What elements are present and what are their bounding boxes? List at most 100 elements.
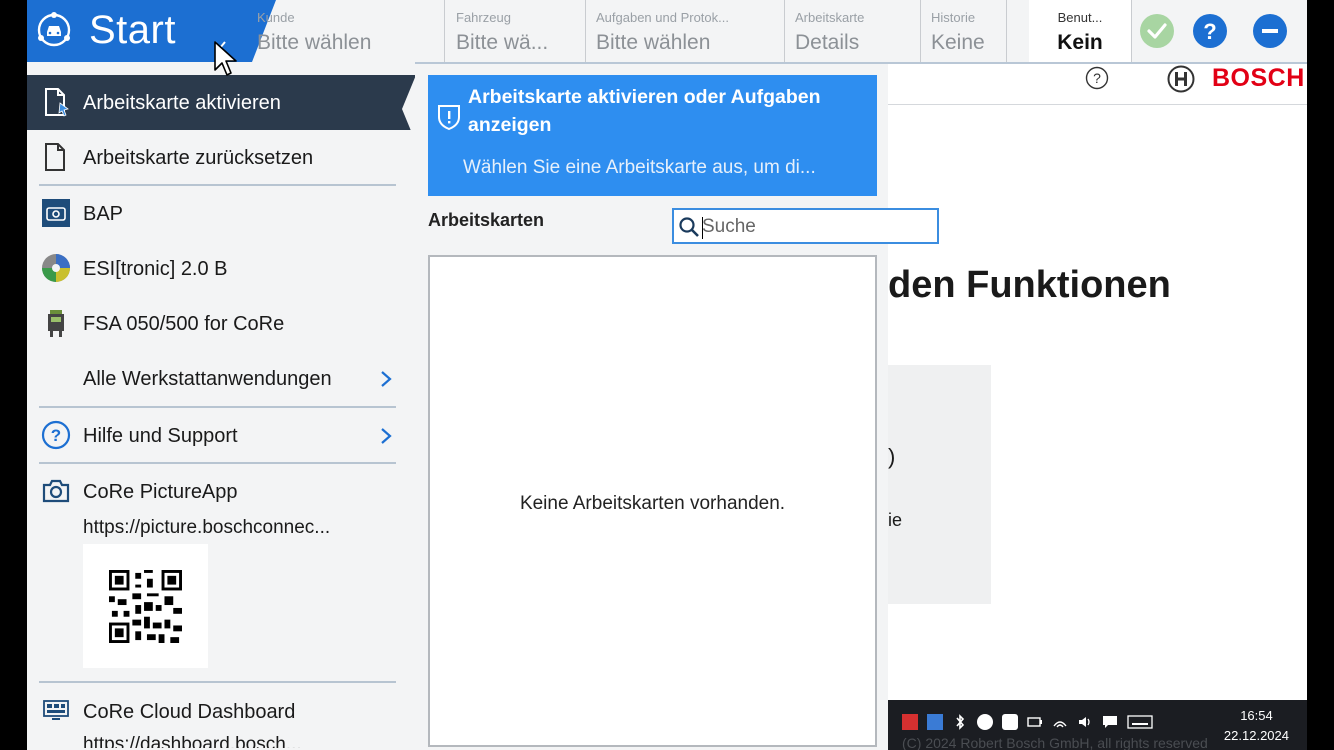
volume-icon[interactable] <box>1077 714 1093 730</box>
menu-item-cloud-dashboard[interactable]: CoRe Cloud Dashboard <box>27 684 415 739</box>
menu-item-activate-jobcard[interactable]: Arbeitskarte aktivieren <box>27 75 416 143</box>
customer-selector[interactable]: Kunde Bitte wählen <box>247 0 445 62</box>
qr-code <box>83 544 208 668</box>
activate-card-icon <box>41 87 71 117</box>
menu-item-label: CoRe PictureApp <box>83 481 238 503</box>
field-label: Kunde <box>257 10 295 25</box>
menu-item-label: FSA 050/500 for CoRe <box>83 313 285 335</box>
copyright-text: (C) 2024 Robert Bosch GmbH, all rights r… <box>902 735 1208 750</box>
screen: ? BOSCH den Funktionen ) ie (C) 2024 Rob… <box>0 0 1334 750</box>
menu-item-label: Arbeitskarte zurücksetzen <box>83 147 314 169</box>
svg-text:?: ? <box>1093 70 1101 86</box>
cloud-dashboard-url[interactable]: https://dashboard.bosch... <box>83 734 302 748</box>
menu-item-fsa[interactable]: FSA 050/500 for CoRe <box>27 296 415 351</box>
menu-item-picture-app[interactable]: CoRe PictureApp <box>27 464 415 519</box>
bosch-brand-text: BOSCH <box>1212 64 1305 92</box>
fsa-device-icon <box>41 308 71 338</box>
search-input[interactable] <box>702 214 932 240</box>
field-value: Keine <box>931 31 985 54</box>
user-value: Kein <box>1057 31 1103 54</box>
mouse-cursor-icon <box>213 40 239 78</box>
clock-time: 16:54 <box>1240 708 1273 723</box>
system-clock[interactable]: 16:54 22.12.2024 <box>1224 706 1289 746</box>
menu-item-bap[interactable]: BAP <box>27 186 415 241</box>
info-text: Wählen Sie eine Arbeitskarte aus, um di.… <box>463 157 816 178</box>
app-tray-icon[interactable] <box>902 714 918 730</box>
field-value: Bitte wählen <box>596 31 711 54</box>
picture-app-url[interactable]: https://picture.boschconnec... <box>83 517 330 539</box>
empty-list-message: Keine Arbeitskarten vorhanden. <box>519 493 786 514</box>
update-icon[interactable] <box>977 714 993 730</box>
esitronic-disc-icon <box>41 253 71 283</box>
vehicle-network-icon <box>35 11 73 49</box>
start-label: Start <box>89 8 176 52</box>
document-icon <box>41 142 71 172</box>
dashboard-icon <box>41 696 71 726</box>
battery-icon[interactable] <box>1027 714 1043 730</box>
menu-item-label: BAP <box>83 203 124 225</box>
jobcard-details[interactable]: Arbeitskarte Details <box>785 0 921 62</box>
notification-icon[interactable] <box>1102 714 1118 730</box>
clock-date: 22.12.2024 <box>1223 728 1289 743</box>
tray-icons <box>902 714 1153 730</box>
user-selector[interactable]: Benut... Kein <box>1029 0 1132 62</box>
menu-item-all-apps[interactable]: Alle Werkstattanwendungen <box>27 351 415 406</box>
field-label: Aufgaben und Protok... <box>596 10 729 25</box>
info-box: Arbeitskarte aktivieren oder Aufgaben an… <box>428 75 877 196</box>
menu-divider <box>39 681 396 683</box>
bluetooth-icon[interactable] <box>952 714 968 730</box>
system-taskbar: (C) 2024 Robert Bosch GmbH, all rights r… <box>888 700 1307 750</box>
chevron-right-icon <box>380 370 392 388</box>
divider <box>888 104 1307 105</box>
field-label: Historie <box>931 10 976 25</box>
menu-item-help-support[interactable]: ? Hilfe und Support <box>27 408 415 463</box>
history-selector[interactable]: Historie Keine <box>921 0 1007 62</box>
tasks-selector[interactable]: Aufgaben und Protok... Bitte wählen <box>586 0 785 62</box>
mail-icon[interactable] <box>1002 714 1018 730</box>
menu-item-label: Hilfe und Support <box>83 425 238 447</box>
start-menu: Arbeitskarte aktivieren Arbeitskarte zur… <box>27 62 416 750</box>
chevron-right-icon <box>380 427 392 445</box>
menu-item-label: CoRe Cloud Dashboard <box>83 701 296 723</box>
menu-item-label: ESI[tronic] 2.0 B <box>83 258 228 280</box>
field-value: Bitte wä... <box>456 31 549 54</box>
section-title: Arbeitskarten <box>428 210 545 230</box>
search-icon <box>678 216 700 238</box>
shield-alert-icon <box>437 103 461 131</box>
help-icon[interactable]: ? <box>1193 14 1227 48</box>
jobcard-panel: Arbeitskarte aktivieren oder Aufgaben an… <box>415 64 939 750</box>
card-text-fragment: ) <box>888 444 896 469</box>
left-border <box>0 0 27 750</box>
menu-item-reset-jobcard[interactable]: Arbeitskarte zurücksetzen <box>27 130 415 185</box>
content-card <box>888 365 991 604</box>
keyboard-icon[interactable] <box>1127 714 1153 730</box>
svg-text:?: ? <box>51 426 61 445</box>
user-label: Benut... <box>1057 10 1103 25</box>
camera-icon <box>41 476 71 506</box>
right-border <box>1307 0 1334 750</box>
keyboard-lang-icon[interactable] <box>927 714 943 730</box>
page-heading-fragment: den Funktionen <box>888 264 1171 306</box>
bap-app-icon <box>41 198 71 228</box>
minimize-icon[interactable] <box>1253 14 1287 48</box>
vehicle-selector[interactable]: Fahrzeug Bitte wä... <box>446 0 586 62</box>
svg-text:?: ? <box>1203 19 1216 44</box>
check-icon[interactable] <box>1140 14 1174 48</box>
menu-item-label: Alle Werkstattanwendungen <box>83 368 332 390</box>
jobcard-list[interactable]: Keine Arbeitskarten vorhanden. <box>428 255 877 747</box>
wifi-icon[interactable] <box>1052 714 1068 730</box>
search-box[interactable] <box>672 208 939 244</box>
field-label: Fahrzeug <box>456 10 511 25</box>
field-label: Arbeitskarte <box>795 10 865 25</box>
help-circle-icon: ? <box>41 420 71 450</box>
bosch-logo-icon <box>1166 64 1196 94</box>
card-text-fragment: ie <box>888 510 903 530</box>
menu-item-label: Arbeitskarte aktivieren <box>83 92 281 114</box>
field-value: Details <box>795 31 860 54</box>
background-page: ? BOSCH den Funktionen ) ie <box>888 64 1307 700</box>
help-icon[interactable]: ? <box>1085 66 1109 90</box>
text-caret <box>702 217 703 239</box>
info-title: Arbeitskarte aktivieren oder Aufgaben an… <box>468 86 821 136</box>
field-value: Bitte wählen <box>257 31 372 54</box>
menu-item-esitronic[interactable]: ESI[tronic] 2.0 B <box>27 241 415 296</box>
